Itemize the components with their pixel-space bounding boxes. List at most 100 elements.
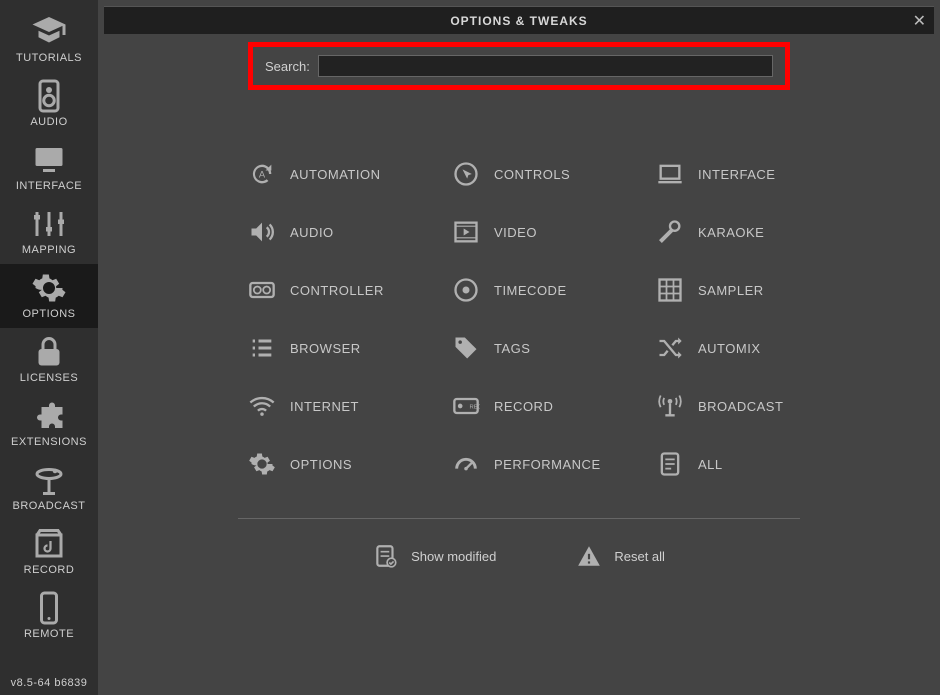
dj-controller-icon [248,276,276,304]
category-performance[interactable]: PERFORMANCE [452,450,646,478]
sidebar-label: LICENSES [20,372,78,384]
sidebar-item-audio[interactable]: AUDIO [0,72,98,136]
show-modified-button[interactable]: Show modified [373,543,496,569]
category-karaoke[interactable]: KARAOKE [656,218,850,246]
tutorials-icon [31,14,67,50]
category-controller[interactable]: CONTROLLER [248,276,442,304]
version-label: v8.5-64 b6839 [11,671,88,695]
gauge-icon [452,450,480,478]
disc-icon [452,276,480,304]
list-icon [248,334,276,362]
category-label: BROWSER [290,341,361,356]
action-row: Show modified Reset all [98,543,940,569]
reset-all-button[interactable]: Reset all [576,543,665,569]
sidebar-item-remote[interactable]: REMOTE [0,584,98,648]
category-all[interactable]: ALL [656,450,850,478]
divider [238,518,800,519]
category-label: INTERFACE [698,167,775,182]
titlebar-title: OPTIONS & TWEAKS [450,14,587,28]
gear-icon [31,270,67,306]
category-label: SAMPLER [698,283,764,298]
category-label: BROADCAST [698,399,783,414]
category-sampler[interactable]: SAMPLER [656,276,850,304]
category-label: CONTROLLER [290,283,384,298]
rec-icon: REC [452,392,480,420]
sidebar-item-broadcast[interactable]: BROADCAST [0,456,98,520]
sidebar-item-record[interactable]: RECORD [0,520,98,584]
sidebar-label: REMOTE [24,628,74,640]
category-timecode[interactable]: TIMECODE [452,276,646,304]
category-interface[interactable]: INTERFACE [656,160,850,188]
grid-pad-icon [656,276,684,304]
category-label: AUTOMATION [290,167,380,182]
search-input[interactable] [318,55,773,77]
laptop-icon [656,160,684,188]
category-controls[interactable]: CONTROLS [452,160,646,188]
sidebar-label: EXTENSIONS [11,436,87,448]
category-audio[interactable]: AUDIO [248,218,442,246]
search-label: Search: [265,59,310,74]
tag-icon [452,334,480,362]
category-label: ALL [698,457,723,472]
category-label: PERFORMANCE [494,457,601,472]
svg-text:A: A [259,170,266,180]
category-label: AUDIO [290,225,334,240]
sidebar-label: INTERFACE [16,180,82,192]
main-panel: OPTIONS & TWEAKS ✕ Search: A AUTOMATION … [98,0,940,695]
category-record[interactable]: REC RECORD [452,392,646,420]
category-automix[interactable]: AUTOMIX [656,334,850,362]
action-label: Show modified [411,549,496,564]
antenna-icon [656,392,684,420]
sidebar-item-licenses[interactable]: LICENSES [0,328,98,392]
document-icon [656,450,684,478]
category-label: TIMECODE [494,283,567,298]
cog-icon [248,450,276,478]
category-label: INTERNET [290,399,359,414]
svg-text:REC: REC [470,404,481,410]
category-video[interactable]: VIDEO [452,218,646,246]
category-tags[interactable]: TAGS [452,334,646,362]
sidebar-label: MAPPING [22,244,76,256]
category-label: OPTIONS [290,457,352,472]
category-label: RECORD [494,399,553,414]
action-label: Reset all [614,549,665,564]
category-options[interactable]: OPTIONS [248,450,442,478]
sidebar-label: BROADCAST [13,500,86,512]
category-internet[interactable]: INTERNET [248,392,442,420]
sidebar-item-tutorials[interactable]: TUTORIALS [0,8,98,72]
warning-icon [576,543,602,569]
sidebar-item-extensions[interactable]: EXTENSIONS [0,392,98,456]
cursor-icon [452,160,480,188]
category-label: CONTROLS [494,167,570,182]
close-button[interactable]: ✕ [913,11,926,31]
category-grid: A AUTOMATION CONTROLS INTERFACE AUDIO VI… [98,90,940,478]
search-highlight-box: Search: [248,42,790,90]
satellite-icon [31,462,67,498]
automation-icon: A [248,160,276,188]
monitor-icon [31,142,67,178]
microphone-icon [656,218,684,246]
sidebar-item-mapping[interactable]: MAPPING [0,200,98,264]
phone-icon [31,590,67,626]
sidebar: TUTORIALS AUDIO INTERFACE MAPPING OPTION… [0,0,98,695]
volume-icon [248,218,276,246]
music-file-icon [31,526,67,562]
category-label: KARAOKE [698,225,764,240]
lock-icon [31,334,67,370]
sidebar-item-interface[interactable]: INTERFACE [0,136,98,200]
film-icon [452,218,480,246]
category-broadcast[interactable]: BROADCAST [656,392,850,420]
category-automation[interactable]: A AUTOMATION [248,160,442,188]
category-browser[interactable]: BROWSER [248,334,442,362]
sidebar-label: RECORD [24,564,75,576]
category-label: TAGS [494,341,530,356]
sliders-icon [31,206,67,242]
sidebar-item-options[interactable]: OPTIONS [0,264,98,328]
sidebar-label: AUDIO [30,116,67,128]
wifi-icon [248,392,276,420]
speaker-icon [31,78,67,114]
titlebar: OPTIONS & TWEAKS ✕ [104,6,934,34]
sidebar-label: TUTORIALS [16,52,82,64]
shuffle-icon [656,334,684,362]
category-label: VIDEO [494,225,537,240]
